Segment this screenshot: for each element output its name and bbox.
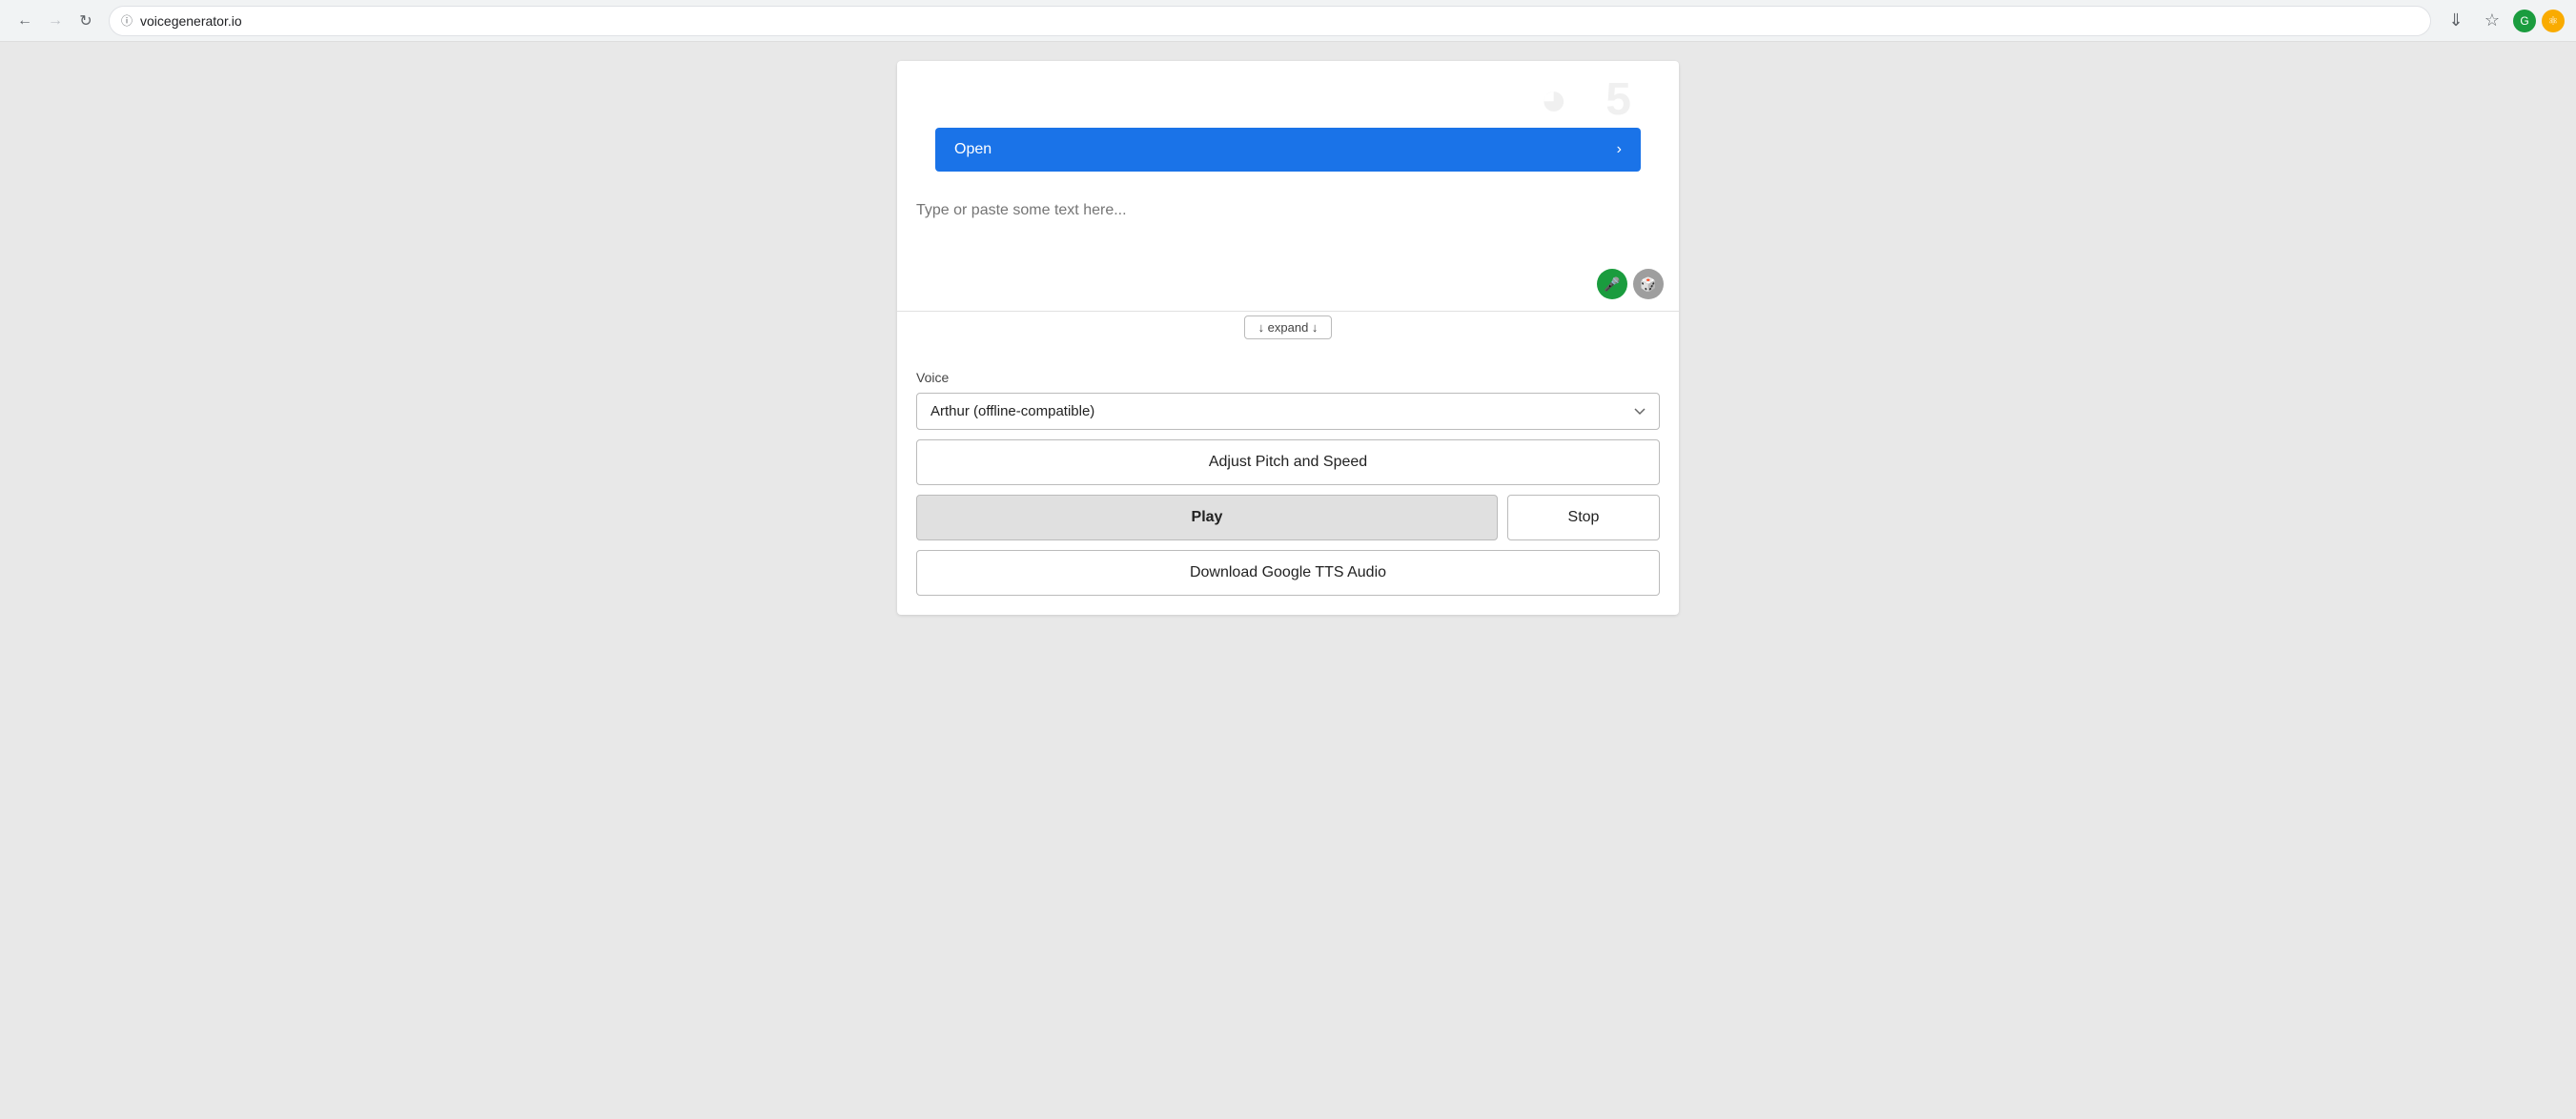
expand-button[interactable]: ↓ expand ↓	[1244, 315, 1333, 339]
voice-label: Voice	[916, 370, 1660, 385]
number-5: 5	[1605, 73, 1631, 126]
open-button[interactable]: Open ›	[935, 128, 1641, 172]
textarea-icons: 🎤 🎲	[1597, 269, 1664, 299]
download-label: Download Google TTS Audio	[1190, 564, 1386, 580]
voice-select[interactable]: Arthur (offline-compatible) Google US En…	[916, 393, 1660, 430]
extension-icon-green[interactable]: G	[2513, 10, 2536, 32]
page-background: ◕ 5 Open › 🎤 🎲 ↓ expand ↓	[0, 42, 2576, 1119]
controls-section: Voice Arthur (offline-compatible) Google…	[897, 351, 1679, 615]
text-input[interactable]	[916, 202, 1660, 288]
reload-button[interactable]: ↻	[72, 8, 99, 34]
address-bar[interactable]: ⓘ voicegenerator.io	[109, 6, 2431, 36]
stop-label: Stop	[1568, 509, 1600, 525]
play-label: Play	[1192, 509, 1223, 525]
stop-button[interactable]: Stop	[1507, 495, 1660, 540]
voice-icon[interactable]: 🎤	[1597, 269, 1627, 299]
url-text: voicegenerator.io	[140, 13, 2419, 29]
textarea-section: 🎤 🎲	[897, 187, 1679, 312]
nav-buttons: ← → ↻	[11, 8, 99, 34]
expand-label: ↓ expand ↓	[1258, 320, 1319, 335]
adjust-pitch-speed-button[interactable]: Adjust Pitch and Speed	[916, 439, 1660, 485]
download-page-button[interactable]: ⇓	[2441, 6, 2471, 36]
number-icon-1: ◕	[1540, 73, 1567, 126]
main-card: ◕ 5 Open › 🎤 🎲 ↓ expand ↓	[897, 61, 1679, 615]
adjust-pitch-speed-label: Adjust Pitch and Speed	[1209, 454, 1367, 470]
open-button-chevron: ›	[1617, 141, 1622, 158]
blurred-numbers: ◕ 5	[916, 71, 1660, 128]
site-info-icon: ⓘ	[121, 12, 133, 29]
browser-chrome: ← → ↻ ⓘ voicegenerator.io ⇓ ☆ G ⚛	[0, 0, 2576, 42]
expand-row: ↓ expand ↓	[897, 312, 1679, 351]
toolbar-right: ⇓ ☆ G ⚛	[2441, 6, 2565, 36]
top-inner: ◕ 5 Open ›	[897, 61, 1679, 187]
bookmark-button[interactable]: ☆	[2477, 6, 2507, 36]
open-button-label: Open	[954, 141, 992, 158]
extension-icon-puzzle[interactable]: ⚛	[2542, 10, 2565, 32]
random-icon[interactable]: 🎲	[1633, 269, 1664, 299]
download-button[interactable]: Download Google TTS Audio	[916, 550, 1660, 596]
forward-button[interactable]: →	[42, 8, 69, 34]
back-button[interactable]: ←	[11, 8, 38, 34]
text-area-container: 🎤 🎲	[897, 187, 1679, 311]
play-stop-row: Play Stop	[916, 495, 1660, 540]
play-button[interactable]: Play	[916, 495, 1498, 540]
